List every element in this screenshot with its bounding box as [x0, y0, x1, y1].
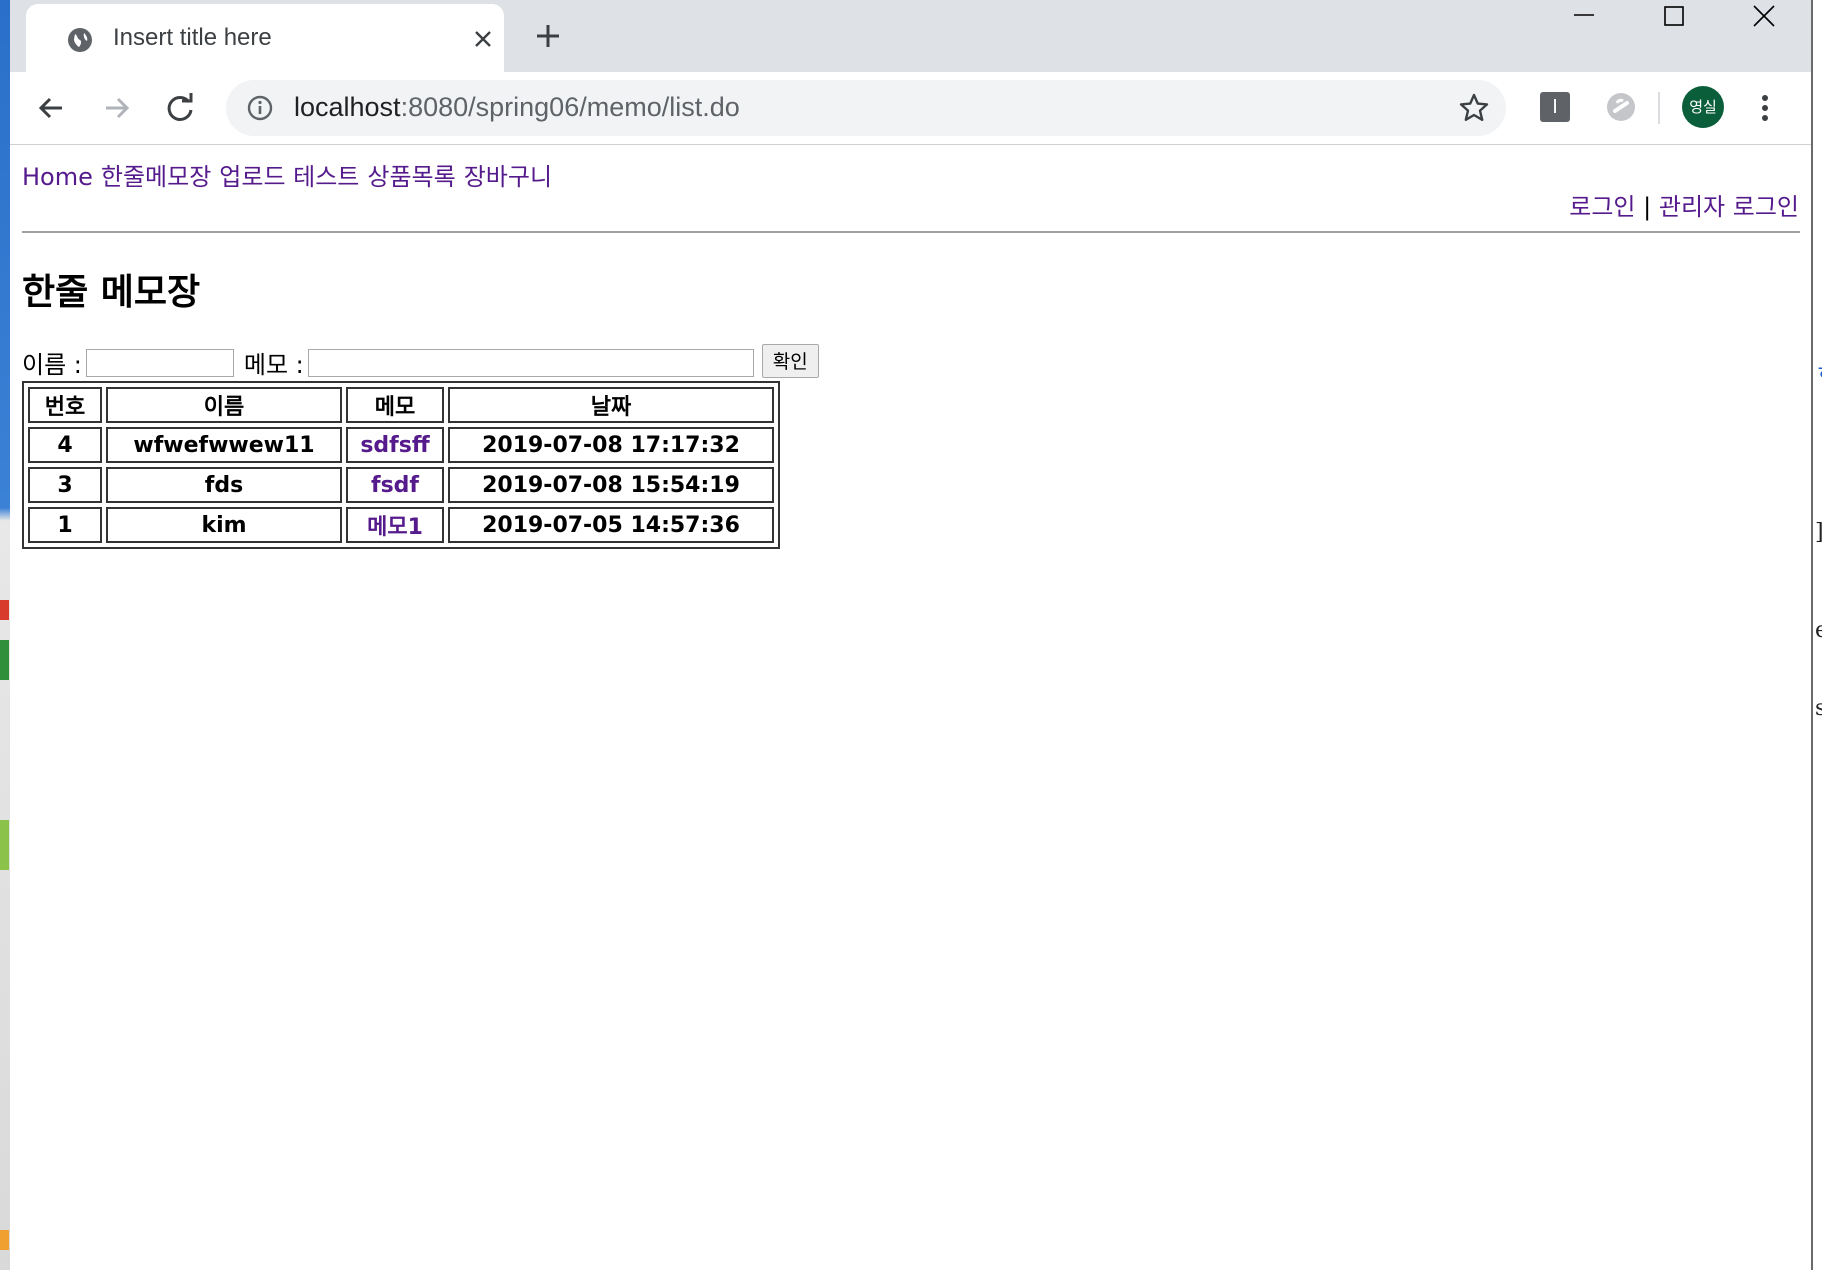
table-row: 1 kim 메모1 2019-07-05 14:57:36	[28, 507, 774, 543]
browser-toolbar: localhost:8080/spring06/memo/list.do I 영…	[10, 72, 1811, 145]
admin-login-link[interactable]: 관리자 로그인	[1659, 193, 1799, 221]
login-link[interactable]: 로그인	[1569, 193, 1635, 221]
browser-window: Insert title here localhost:8080/spring0…	[10, 0, 1811, 1270]
table-header-row: 번호 이름 메모 날짜	[28, 387, 774, 423]
cell-name: kim	[106, 507, 342, 543]
profile-avatar[interactable]: 영실	[1682, 86, 1724, 128]
header-date: 날짜	[448, 387, 774, 423]
tab-title: Insert title here	[113, 24, 272, 51]
back-arrow-icon[interactable]	[32, 88, 72, 128]
desktop-background-left	[0, 0, 10, 1270]
login-separator: |	[1643, 193, 1652, 221]
bookmark-star-icon[interactable]	[1458, 92, 1490, 124]
cell-name: wfwefwwew11	[106, 427, 342, 463]
horizontal-rule	[22, 231, 1800, 233]
table-row: 4 wfwefwwew11 sdfsff 2019-07-08 17:17:32	[28, 427, 774, 463]
background-text-fragment: ㅎ	[1815, 355, 1822, 387]
cell-name: fds	[106, 467, 342, 503]
background-text-fragment: ]	[1815, 520, 1822, 545]
url-host: localhost	[294, 92, 401, 122]
name-label: 이름 :	[22, 351, 82, 379]
memo-label: 메모 :	[243, 351, 304, 379]
more-options-icon[interactable]	[1750, 90, 1780, 126]
minimize-window-icon[interactable]	[1544, 0, 1624, 34]
forward-arrow-icon[interactable]	[96, 88, 136, 128]
nav-link-home[interactable]: Home	[22, 163, 93, 191]
table-row: 3 fds fsdf 2019-07-08 15:54:19	[28, 467, 774, 503]
toolbar-separator	[1658, 92, 1660, 124]
browser-titlebar: Insert title here	[10, 0, 1811, 72]
screen: ㅎ ] e s Insert title here	[0, 0, 1822, 1270]
header-number: 번호	[28, 387, 102, 423]
extension-i-button[interactable]: I	[1540, 92, 1570, 122]
top-nav-menu: Home 한줄메모장 업로드 테스트 상품목록 장바구니	[22, 157, 560, 192]
login-links: 로그인 | 관리자 로그인	[1569, 187, 1799, 222]
memo-link[interactable]: fsdf	[371, 473, 419, 498]
cell-date: 2019-07-08 17:17:32	[448, 427, 774, 463]
url-text: localhost:8080/spring06/memo/list.do	[294, 92, 740, 123]
submit-button[interactable]: 확인	[761, 343, 819, 378]
nav-link-cart[interactable]: 장바구니	[464, 163, 552, 191]
address-bar[interactable]: localhost:8080/spring06/memo/list.do	[226, 80, 1506, 136]
cell-number: 3	[28, 467, 102, 503]
nav-link-product-list[interactable]: 상품목록	[367, 163, 455, 191]
memo-table: 번호 이름 메모 날짜 4 wfwefwwew11 sdfsff 2019-07…	[22, 381, 780, 549]
reload-icon[interactable]	[160, 88, 200, 128]
extension-link-icon[interactable]	[1604, 90, 1638, 124]
globe-icon	[68, 28, 92, 52]
cell-memo: fsdf	[346, 467, 444, 503]
desktop-icon-fragment	[0, 1230, 9, 1250]
cell-date: 2019-07-05 14:57:36	[448, 507, 774, 543]
desktop-icon-fragment	[0, 640, 9, 680]
nav-link-upload-test[interactable]: 업로드 테스트	[219, 163, 359, 191]
background-text-fragment: s	[1815, 696, 1822, 721]
name-input[interactable]	[85, 348, 234, 377]
page-content: Home 한줄메모장 업로드 테스트 상품목록 장바구니 로그인 | 관리자 로그인 한…	[10, 145, 1811, 1270]
memo-form: 이름 : 메모 : 확인	[22, 343, 819, 380]
desktop-icon-fragment	[0, 600, 9, 620]
cell-memo: sdfsff	[346, 427, 444, 463]
page-title: 한줄 메모장	[22, 272, 201, 313]
new-tab-plus-icon[interactable]	[530, 18, 566, 54]
close-window-icon[interactable]	[1724, 0, 1804, 34]
site-info-icon[interactable]	[246, 94, 274, 122]
close-tab-icon[interactable]	[470, 26, 496, 52]
cell-number: 1	[28, 507, 102, 543]
memo-input[interactable]	[307, 348, 754, 377]
memo-link[interactable]: 메모1	[367, 515, 423, 540]
maximize-window-icon[interactable]	[1634, 0, 1714, 34]
background-window-edge: ㅎ ] e s	[1811, 0, 1822, 1270]
nav-link-memo[interactable]: 한줄메모장	[101, 163, 211, 191]
header-memo: 메모	[346, 387, 444, 423]
desktop-icon-fragment	[0, 820, 9, 870]
header-name: 이름	[106, 387, 342, 423]
url-path: :8080/spring06/memo/list.do	[400, 92, 740, 122]
cell-number: 4	[28, 427, 102, 463]
cell-date: 2019-07-08 15:54:19	[448, 467, 774, 503]
cell-memo: 메모1	[346, 507, 444, 543]
browser-tab[interactable]: Insert title here	[26, 4, 504, 72]
memo-link[interactable]: sdfsff	[360, 433, 429, 458]
background-text-fragment: e	[1815, 618, 1822, 643]
